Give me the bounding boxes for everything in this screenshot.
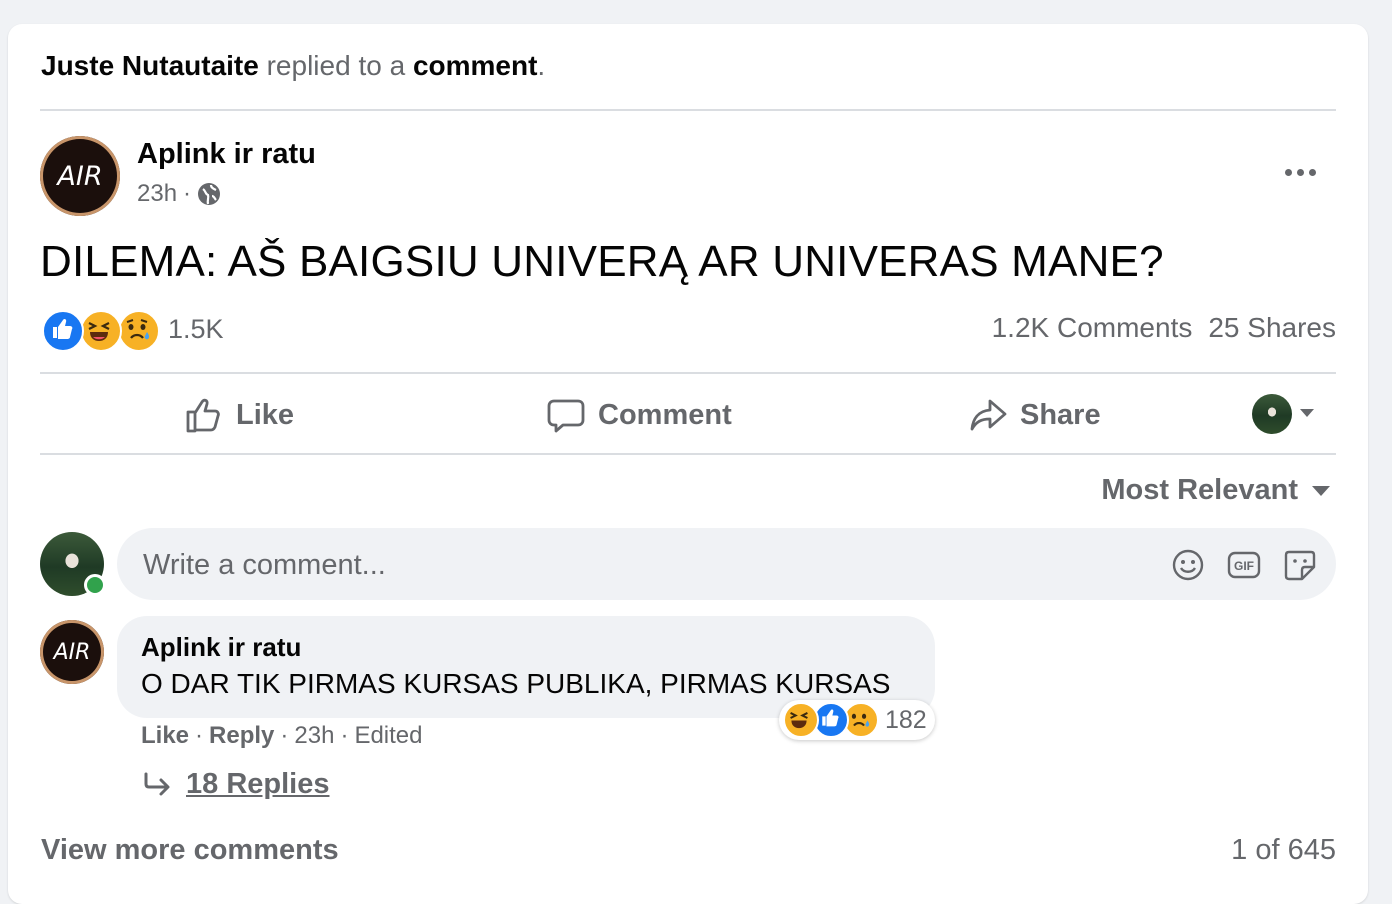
activity-actor[interactable]: Juste Nutautaite [41, 50, 259, 81]
post-stats: 1.2K Comments 25 Shares [992, 312, 1336, 344]
comment-time[interactable]: 23h [294, 722, 334, 750]
post-time[interactable]: 23h [137, 180, 177, 208]
haha-reaction-icon [783, 702, 819, 738]
thumbs-up-icon [186, 398, 220, 433]
svg-text:GIF: GIF [1234, 559, 1254, 573]
gif-icon[interactable]: GIF [1227, 548, 1261, 582]
comment-reaction-count: 182 [885, 705, 927, 734]
replies-link[interactable]: 18 Replies [186, 768, 329, 801]
share-label: Share [1020, 398, 1101, 431]
share-button[interactable]: Share [968, 390, 1101, 440]
view-more-comments[interactable]: View more comments [41, 834, 339, 867]
profile-avatar[interactable] [1252, 394, 1292, 434]
post-text: DILEMA: AŠ BAIGSIU UNIVERĄ AR UNIVERAS M… [40, 237, 1164, 286]
sep: · [195, 722, 204, 749]
post-meta: 23h · [137, 180, 221, 208]
globe-icon [198, 183, 221, 205]
page-name[interactable]: Aplink ir ratu [137, 136, 316, 172]
divider [40, 109, 1336, 111]
sad-reaction-icon [118, 310, 160, 352]
dot [1296, 168, 1304, 176]
activity-period: . [537, 50, 546, 81]
sticker-icon[interactable] [1283, 548, 1317, 582]
page-avatar-text: AIR [57, 160, 103, 192]
caret-down-icon[interactable] [1300, 409, 1314, 417]
comment-icon [547, 399, 585, 433]
comment-label: Comment [598, 398, 732, 431]
activity-object-link[interactable]: comment [413, 50, 537, 81]
comment-author[interactable]: Aplink ir ratu [141, 632, 301, 663]
like-reaction-icon [42, 310, 84, 352]
activity-verb: replied to a [266, 50, 406, 81]
comment-edited-label[interactable]: Edited [354, 722, 422, 750]
sep: · [280, 722, 289, 749]
comment-pager: 1 of 645 [1231, 834, 1336, 866]
reply-arrow-icon [144, 772, 170, 795]
haha-reaction-icon [80, 310, 122, 352]
like-button[interactable]: Like [184, 390, 294, 440]
emoji-icon[interactable] [1171, 548, 1205, 582]
sort-label: Most Relevant [1101, 474, 1298, 506]
comments-count[interactable]: 1.2K Comments [992, 312, 1193, 344]
shares-count[interactable]: 25 Shares [1208, 312, 1336, 344]
comment-input[interactable] [141, 528, 1045, 602]
online-status-indicator [84, 574, 106, 596]
caret-down-icon [1312, 485, 1330, 496]
meta-separator: · [183, 180, 192, 207]
reaction-summary[interactable] [42, 310, 160, 352]
comment-avatar-text: AIR [53, 639, 91, 665]
divider [40, 372, 1336, 374]
comment-sort-dropdown[interactable]: Most Relevant [1101, 474, 1330, 507]
more-options-button[interactable] [1278, 156, 1322, 188]
page-avatar[interactable]: AIR [40, 136, 120, 216]
dot [1308, 168, 1316, 176]
comment-text: O DAR TIK PIRMAS KURSAS PUBLIKA, PIRMAS … [141, 668, 891, 699]
dot [1284, 168, 1292, 176]
like-label: Like [236, 398, 295, 431]
comment-button[interactable]: Comment [546, 390, 732, 440]
sep: · [340, 722, 349, 749]
activity-line: Juste Nutautaite replied to a comment. [41, 48, 545, 84]
share-arrow-icon [970, 399, 1007, 431]
divider [40, 453, 1336, 455]
comment-like-button[interactable]: Like [141, 722, 189, 750]
comment-actions: Like · Reply · 23h · Edited [141, 722, 423, 750]
view-replies[interactable]: 18 Replies [142, 768, 329, 801]
comment-composer: GIF [117, 528, 1336, 602]
comment-author-avatar[interactable]: AIR [40, 620, 104, 684]
comment-reply-button[interactable]: Reply [209, 722, 274, 750]
comment-reactions[interactable]: 182 [779, 700, 935, 740]
reaction-count[interactable]: 1.5K [168, 314, 224, 345]
